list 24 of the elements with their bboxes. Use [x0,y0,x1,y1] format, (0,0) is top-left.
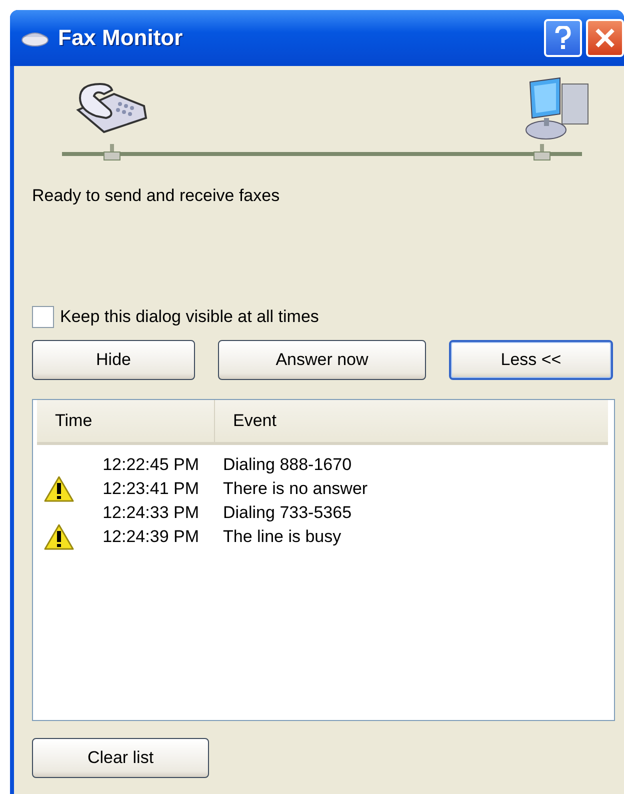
table-cell-text: 12:22:45 PM [102,455,199,475]
table-cell: Dialing 733-5365 [223,503,352,523]
close-button[interactable] [586,19,624,57]
table-cell-text: 12:24:39 PM [102,527,199,547]
help-button[interactable] [544,19,582,57]
warning-icon [44,524,74,550]
table-cell-text: 12:23:41 PM [102,479,199,499]
checkbox-label: Keep this dialog visible at all times [60,307,319,327]
close-icon [594,27,616,49]
table-cell: The line is busy [223,527,342,547]
window-title: Fax Monitor [58,25,184,51]
table-cell: There is no answer [223,479,368,499]
table-cell-text: 12:24:33 PM [102,503,199,523]
table-cell: Dialing 888-1670 [223,455,352,475]
status-text: Ready to send and receive faxes [32,186,281,206]
checkbox[interactable] [32,306,54,328]
column-header[interactable]: Event [215,400,276,442]
dialog-button[interactable]: Less << [449,340,613,380]
clear-list-button[interactable]: Clear list [32,738,209,778]
column-header[interactable]: Time [37,400,215,442]
dialog-button[interactable]: Answer now [218,340,426,380]
dialog-button[interactable]: Hide [32,340,195,380]
help-icon [555,26,571,50]
warning-icon [44,476,74,502]
